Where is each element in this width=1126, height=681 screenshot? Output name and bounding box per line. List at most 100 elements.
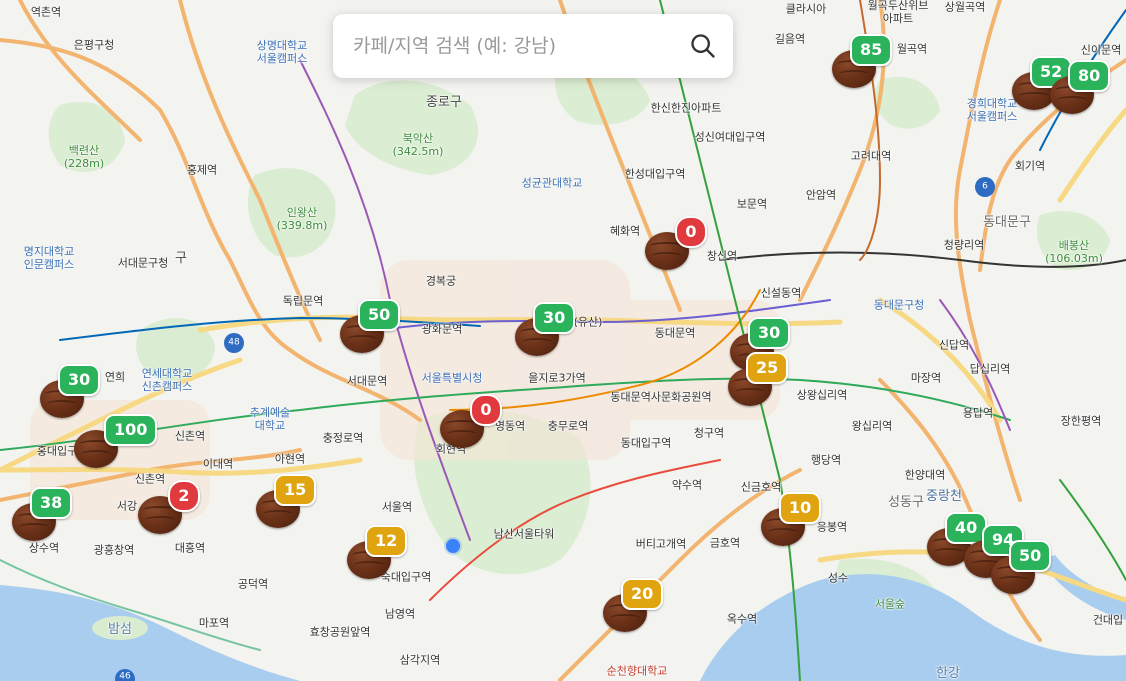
cafe-cluster-marker[interactable]: 30 xyxy=(515,302,576,358)
label-bugaksan: 북악산 (342.5m) xyxy=(392,131,444,158)
cafe-cluster-marker[interactable]: 15 xyxy=(256,474,317,530)
search-input[interactable] xyxy=(351,34,689,58)
label-sinchon: 신촌역 xyxy=(174,429,206,443)
label-mapo: 마포역 xyxy=(198,616,230,630)
label-sungkyunkwan: 성균관대학교 xyxy=(521,176,583,190)
label-samgakji: 삼각지역 xyxy=(399,653,441,667)
label-chungjeongno: 충정로역 xyxy=(322,431,364,445)
label-chugye: 추계예술 대학교 xyxy=(249,405,291,432)
label-sangwangsimni: 상왕십리역 xyxy=(796,388,848,402)
label-dongdaemun-st: 동대문역 xyxy=(654,326,696,340)
cafe-cluster-marker[interactable]: 10 xyxy=(761,492,822,548)
label-dongdaeipgu: 동대입구역 xyxy=(620,436,672,450)
label-seodaemun-office: 서대문구청 xyxy=(117,256,169,270)
cafe-cluster-marker[interactable]: 50 xyxy=(991,540,1052,596)
label-hansung: 한성대입구역 xyxy=(624,167,686,181)
label-yonsei: 연세대학교 신촌캠퍼스 xyxy=(141,366,193,393)
label-bamseom: 밤섬 xyxy=(108,622,132,638)
label-dongdaemun-gu: 동대문구 xyxy=(983,215,1031,231)
label-dapsimni: 답십리역 xyxy=(969,362,1011,376)
cafe-count-badge: 50 xyxy=(1009,540,1052,572)
cafe-cluster-marker[interactable]: 100 xyxy=(74,414,158,470)
label-sini: 신이문역 xyxy=(1080,43,1122,57)
label-dongdaemun-hp: 동대문역사문화공원역 xyxy=(610,390,712,404)
label-gireum: 길음역 xyxy=(774,32,806,46)
label-hongik: 홍대입구 xyxy=(36,444,78,458)
cafe-cluster-marker[interactable]: 85 xyxy=(832,34,893,90)
cafe-count-badge: 15 xyxy=(274,474,317,506)
cafe-count-badge: 0 xyxy=(675,216,707,248)
label-hanyang: 한양대역 xyxy=(904,468,946,482)
route-48-label: 48 xyxy=(228,337,240,348)
cafe-count-badge: 25 xyxy=(746,352,789,384)
label-yongdap: 용답역 xyxy=(962,406,994,420)
map-canvas[interactable]: 48 6 46 역촌역 은평구청 상명대학교 서울캠퍼스 종로구 북악산 (34… xyxy=(0,0,1126,681)
label-yeokchon: 역촌역 xyxy=(30,5,62,19)
label-geumho: 금호역 xyxy=(709,536,741,550)
cafe-cluster-marker[interactable]: 80 xyxy=(1050,60,1111,116)
label-dongdaemun-office: 동대문구청 xyxy=(873,298,925,312)
route-6-label: 6 xyxy=(982,181,988,192)
label-baengnyeonsan: 백련산 (228m) xyxy=(63,143,105,170)
label-seoulsoop: 서울숲 xyxy=(874,597,906,611)
label-goryeo: 고려대역 xyxy=(850,149,892,163)
label-soonchunhyang: 순천향대학교 xyxy=(606,664,668,678)
label-gwangheungchang: 광흥창역 xyxy=(93,543,135,557)
label-inwangsan: 인왕산 (339.8m) xyxy=(276,205,328,232)
label-jungnangcheon: 중랑천 xyxy=(926,489,962,505)
cafe-cluster-marker[interactable]: 0 xyxy=(645,216,707,272)
label-yaksu: 약수역 xyxy=(671,478,703,492)
label-myongji: 명지대학교 인문캠퍼스 xyxy=(23,244,75,271)
cafe-cluster-marker[interactable]: 38 xyxy=(12,487,73,543)
label-chungmuro: 충무로역 xyxy=(547,419,589,433)
label-hangang: 한강 xyxy=(936,666,960,681)
label-eunpyeong-office: 은평구청 xyxy=(73,38,115,52)
route-46-label: 46 xyxy=(119,671,131,681)
cafe-cluster-marker[interactable]: 0 xyxy=(440,394,502,450)
label-sinseoldong: 신설동역 xyxy=(760,286,802,300)
label-sangwolgok: 상월곡역 xyxy=(944,0,986,14)
cafe-cluster-marker[interactable]: 30 xyxy=(40,364,101,420)
label-gwanghwamun: 광화문역 xyxy=(421,322,463,336)
label-daeheung: 대흥역 xyxy=(174,541,206,555)
label-namyeong: 남영역 xyxy=(384,607,416,621)
label-seongdong: 성동구 xyxy=(888,495,924,511)
label-euljiro3: 을지로3가역 xyxy=(528,371,586,385)
label-hoegi: 회기역 xyxy=(1014,159,1046,173)
label-cheonggu: 청구역 xyxy=(693,426,725,440)
label-wangsimni: 왕십리역 xyxy=(851,419,893,433)
cafe-cluster-marker[interactable]: 25 xyxy=(728,352,789,408)
search-icon[interactable] xyxy=(689,32,717,60)
cafe-cluster-marker[interactable]: 2 xyxy=(138,480,200,536)
label-jongno: 종로구 xyxy=(426,95,462,111)
cafe-count-badge: 10 xyxy=(779,492,822,524)
cafe-count-badge: 30 xyxy=(533,302,576,334)
cafe-count-badge: 30 xyxy=(748,317,791,349)
cafe-cluster-marker[interactable]: 12 xyxy=(347,525,408,581)
label-hansin: 한신한진아파트 xyxy=(650,101,722,115)
label-haengdang: 행당역 xyxy=(810,453,842,467)
cafe-count-badge: 100 xyxy=(104,414,158,446)
label-klassia: 클라시아 xyxy=(785,2,827,16)
cafe-cluster-marker[interactable]: 50 xyxy=(340,299,401,355)
label-sangsu: 상수역 xyxy=(28,541,60,555)
label-namsan-tower: 남산서울타워 xyxy=(493,527,555,541)
cafe-count-badge: 50 xyxy=(358,299,401,331)
search-bar[interactable] xyxy=(333,14,733,78)
label-bomun: 보문역 xyxy=(736,197,768,211)
label-seodaemun-st: 서대문역 xyxy=(346,374,388,388)
cafe-cluster-marker[interactable]: 20 xyxy=(603,578,664,634)
label-oksu: 옥수역 xyxy=(726,612,758,626)
label-dongmyo: (유산) xyxy=(573,315,603,329)
label-cheongnyangni: 청량리역 xyxy=(943,238,985,252)
label-seongsu: 성수 xyxy=(827,571,849,585)
label-seongsin: 성신여대입구역 xyxy=(694,130,766,144)
cafe-count-badge: 30 xyxy=(58,364,101,396)
label-seogang: 서강 xyxy=(116,499,138,513)
label-sinkeumho: 신금호역 xyxy=(740,480,782,494)
cafe-count-badge: 38 xyxy=(30,487,73,519)
label-majang: 마장역 xyxy=(910,371,942,385)
cafe-count-badge: 0 xyxy=(470,394,502,426)
label-baebongsan: 배봉산 (106.03m) xyxy=(1045,238,1103,265)
cafe-count-badge: 80 xyxy=(1068,60,1111,92)
